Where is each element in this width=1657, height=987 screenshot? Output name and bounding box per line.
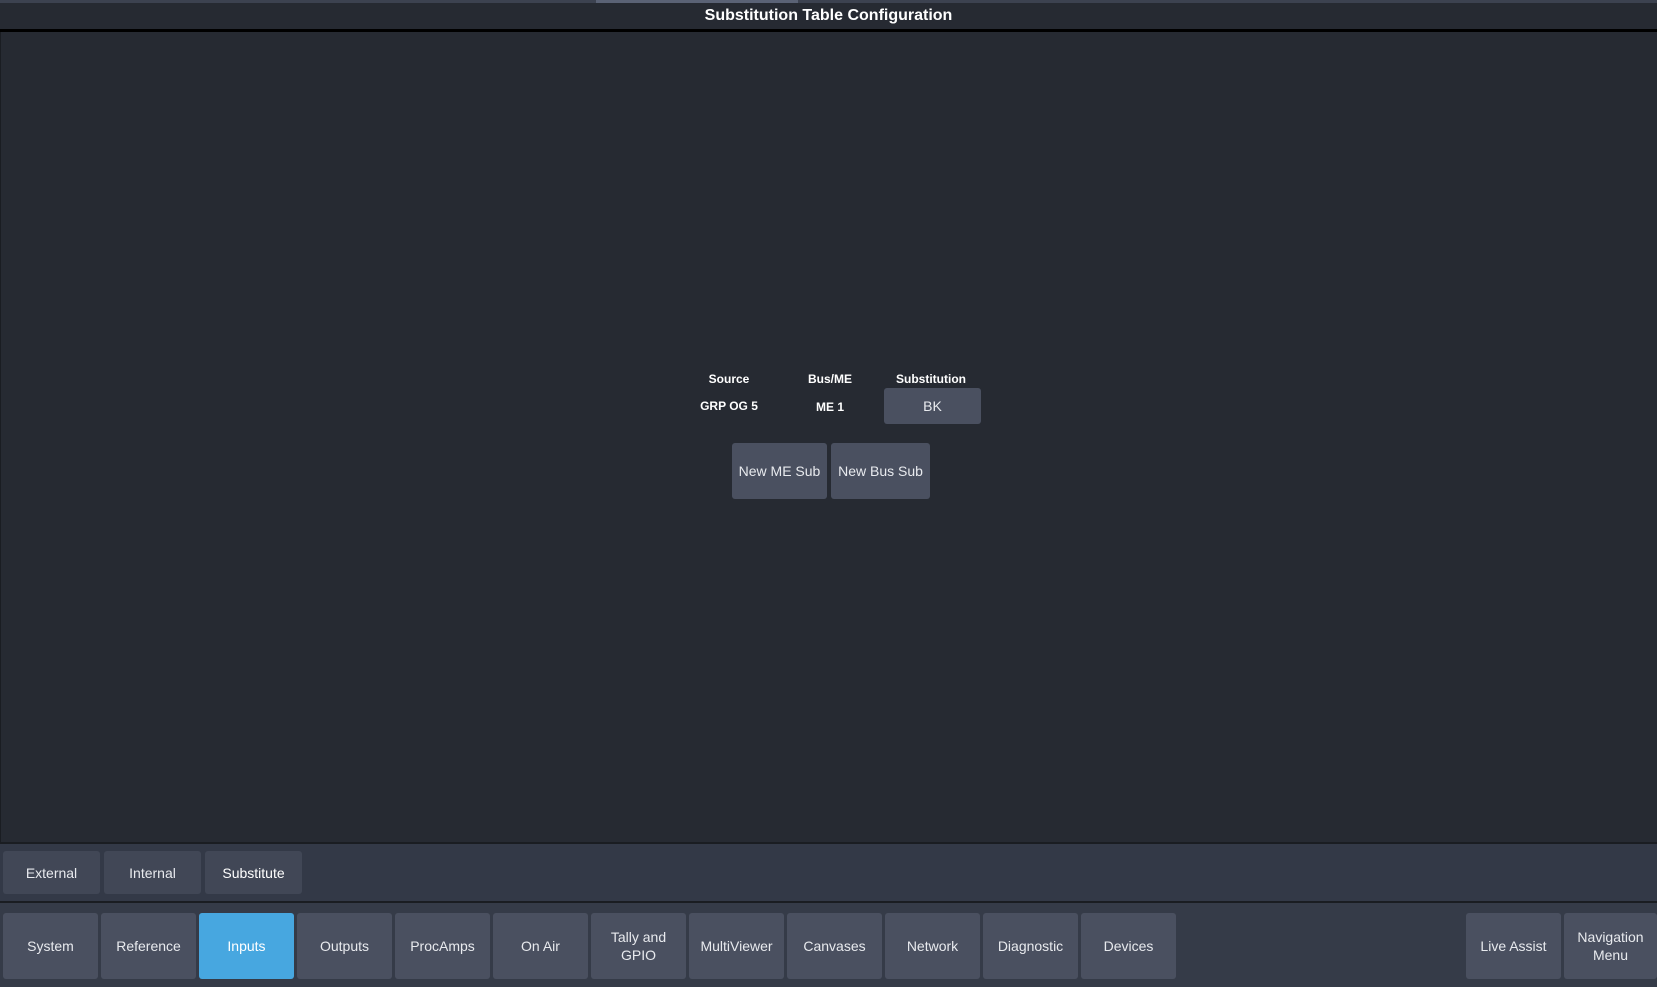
nav-network[interactable]: Network [885,913,980,979]
bottom-nav-bar: System Reference Inputs Outputs ProcAmps… [0,901,1657,987]
nav-devices[interactable]: Devices [1081,913,1176,979]
nav-navigation-menu[interactable]: Navigation Menu [1564,913,1657,979]
nav-diagnostic[interactable]: Diagnostic [983,913,1078,979]
header-source: Source [708,372,750,386]
tab-internal[interactable]: Internal [104,851,201,894]
nav-system[interactable]: System [3,913,98,979]
bus-me-value: ME 1 [815,400,845,414]
nav-procamps[interactable]: ProcAmps [395,913,490,979]
nav-reference[interactable]: Reference [101,913,196,979]
new-me-sub-button[interactable]: New ME Sub [732,443,827,499]
page-title: Substitution Table Configuration [0,3,1657,32]
nav-multiviewer[interactable]: MultiViewer [689,913,784,979]
source-value: GRP OG 5 [700,399,758,413]
tab-substitute[interactable]: Substitute [205,851,302,894]
sub-tab-bar: External Internal Substitute [0,842,1657,903]
new-bus-sub-button[interactable]: New Bus Sub [831,443,930,499]
header-substitution: Substitution [896,372,966,386]
nav-outputs[interactable]: Outputs [297,913,392,979]
nav-live-assist[interactable]: Live Assist [1466,913,1561,979]
nav-inputs[interactable]: Inputs [199,913,294,979]
main-panel: Source Bus/ME Substitution GRP OG 5 ME 1… [0,32,1657,842]
header-bus-me: Bus/ME [807,372,853,386]
tab-external[interactable]: External [3,851,100,894]
nav-canvases[interactable]: Canvases [787,913,882,979]
substitution-button[interactable]: BK [884,388,981,424]
nav-on-air[interactable]: On Air [493,913,588,979]
nav-tally-gpio[interactable]: Tally and GPIO [591,913,686,979]
